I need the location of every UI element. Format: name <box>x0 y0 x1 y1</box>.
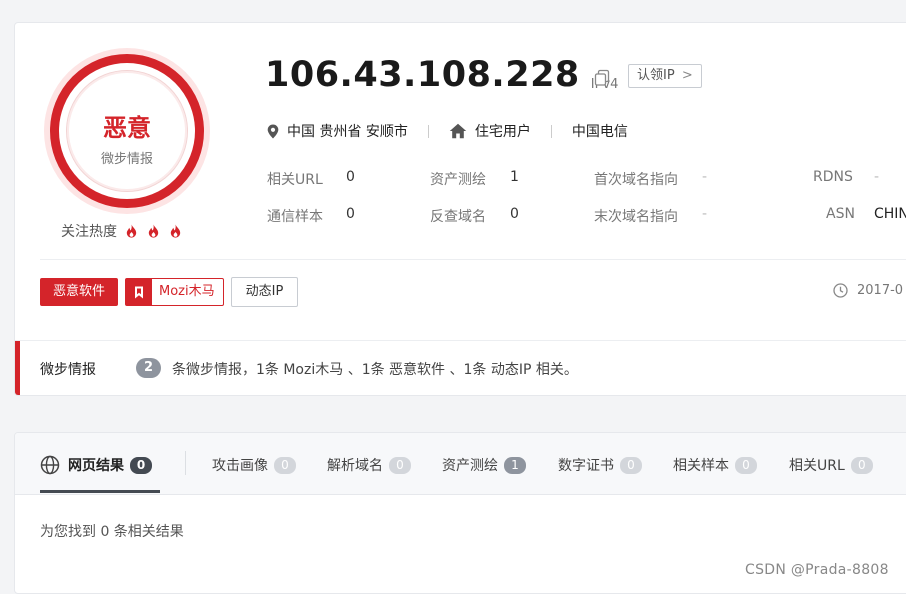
heat-label: 关注热度 <box>61 224 117 240</box>
verdict-badge: 恶意 微步情报 <box>44 48 210 214</box>
stat-value: 1 <box>510 169 519 185</box>
intel-label: 微步情报 <box>40 362 96 378</box>
ip-overview-card: 恶意 微步情报 关注热度 106.43.108.228 IPv4 认领IP > … <box>14 22 906 396</box>
verdict-title: 恶意 <box>103 114 151 142</box>
stat-asn: ASN CHIN <box>826 206 906 222</box>
tag-mozi-trojan[interactable]: Mozi木马 <box>125 278 224 306</box>
ip-address: 106.43.108.228 <box>265 55 580 95</box>
active-tab-indicator <box>40 490 160 493</box>
tab-resolved-domains[interactable]: 解析域名 0 <box>327 455 411 475</box>
tab-label: 解析域名 <box>327 458 383 474</box>
divider <box>427 124 429 138</box>
claim-ip-button[interactable]: 认领IP > <box>628 64 702 88</box>
tab-label: 相关URL <box>789 458 845 474</box>
intel-accent-bar <box>15 341 20 395</box>
claim-ip-label: 认领IP <box>637 68 675 83</box>
date-text: 2017-0 <box>857 283 904 298</box>
intel-description: 条微步情报，1条 Mozi木马 、1条 恶意软件 、1条 动态IP 相关。 <box>172 362 578 378</box>
stat-key: ASN <box>826 206 855 222</box>
tab-label: 数字证书 <box>558 458 614 474</box>
tab-count-badge: 0 <box>735 456 757 474</box>
bookmark-icon <box>126 279 153 305</box>
intel-summary: 微步情报 2 条微步情报，1条 Mozi木马 、1条 恶意软件 、1条 动态IP… <box>15 340 906 395</box>
watermark: CSDN @Prada-8808 <box>745 562 889 578</box>
stat-value: - <box>702 169 708 185</box>
first-seen-date: 2017-0 <box>833 283 903 298</box>
flame-icon <box>126 224 137 238</box>
stat-comm-samples[interactable]: 通信样本 0 <box>267 206 355 226</box>
location-region: 中国 贵州省 安顺市 <box>287 124 408 140</box>
flame-icon <box>170 224 181 238</box>
tab-label: 攻击画像 <box>212 458 268 474</box>
tab-count-badge: 0 <box>130 456 152 474</box>
tab-label: 相关样本 <box>673 458 729 474</box>
tab-divider <box>185 451 186 475</box>
stat-key: RDNS <box>813 169 853 185</box>
stat-key: 通信样本 <box>267 209 323 225</box>
stat-key: 资产测绘 <box>430 172 486 188</box>
result-count-text: 为您找到 0 条相关结果 <box>40 524 184 540</box>
stat-related-url[interactable]: 相关URL 0 <box>267 169 355 189</box>
tab-bar: 网页结果 0 攻击画像 0 解析域名 0 资产测绘 1 数字证书 0 相关样本 … <box>15 433 906 495</box>
tab-certificates[interactable]: 数字证书 0 <box>558 455 642 475</box>
stat-value: 0 <box>510 206 519 222</box>
stat-first-domain: 首次域名指向 - <box>594 169 707 189</box>
tab-count-badge: 0 <box>620 456 642 474</box>
stat-value: 0 <box>346 206 355 222</box>
stat-value: - <box>702 206 708 222</box>
stat-key: 首次域名指向 <box>594 172 678 188</box>
tag-malware[interactable]: 恶意软件 <box>40 278 119 306</box>
ip-header: 106.43.108.228 IPv4 <box>265 56 618 94</box>
verdict-source: 微步情报 <box>100 152 153 167</box>
stat-rdns: RDNS - <box>813 169 879 185</box>
tab-web-results[interactable]: 网页结果 0 <box>40 455 152 475</box>
stat-reverse-domain[interactable]: 反查域名 0 <box>430 206 519 226</box>
stat-last-domain: 末次域名指向 - <box>594 206 707 226</box>
location-row: 中国 贵州省 安顺市 住宅用户 中国电信 <box>267 121 628 141</box>
tab-attack-profile[interactable]: 攻击画像 0 <box>212 455 296 475</box>
globe-icon <box>40 455 60 475</box>
stats-grid: 相关URL 0 资产测绘 1 首次域名指向 - RDNS - 通信样本 0 反查… <box>267 169 906 239</box>
attention-heat: 关注热度 <box>61 221 183 241</box>
tab-count-badge: 0 <box>850 456 873 474</box>
stat-value: - <box>874 169 880 185</box>
stat-value: CHIN <box>874 206 906 222</box>
tab-count-badge: 0 <box>389 456 411 474</box>
intel-count-badge: 2 <box>136 358 161 378</box>
tag-dynamic-ip[interactable]: 动态IP <box>230 277 299 307</box>
location-isp: 中国电信 <box>571 124 628 140</box>
copy-icon[interactable] <box>593 69 611 87</box>
section-divider <box>40 259 906 260</box>
map-pin-icon <box>267 124 279 139</box>
divider <box>550 124 552 138</box>
chevron-right-icon: > <box>681 68 693 83</box>
flame-icon <box>148 224 159 238</box>
tab-count-badge: 0 <box>274 456 296 474</box>
stat-key: 反查域名 <box>430 209 486 225</box>
stat-key: 末次域名指向 <box>594 209 678 225</box>
tab-asset-mapping[interactable]: 资产测绘 1 <box>442 455 526 475</box>
home-icon <box>449 123 467 139</box>
tag-list: 恶意软件 Mozi木马 动态IP <box>40 277 305 307</box>
stat-asset-mapping[interactable]: 资产测绘 1 <box>430 169 519 189</box>
stat-key: 相关URL <box>267 172 323 188</box>
tab-label: 网页结果 <box>68 458 124 474</box>
tab-related-samples[interactable]: 相关样本 0 <box>673 455 757 475</box>
stat-value: 0 <box>346 169 355 185</box>
tab-related-urls[interactable]: 相关URL 0 <box>789 455 873 475</box>
clock-icon <box>833 283 848 298</box>
location-usage: 住宅用户 <box>474 124 531 140</box>
tab-label: 资产测绘 <box>442 458 498 474</box>
tag-mozi-label: Mozi木马 <box>159 284 215 299</box>
tab-count-badge: 1 <box>504 456 526 474</box>
